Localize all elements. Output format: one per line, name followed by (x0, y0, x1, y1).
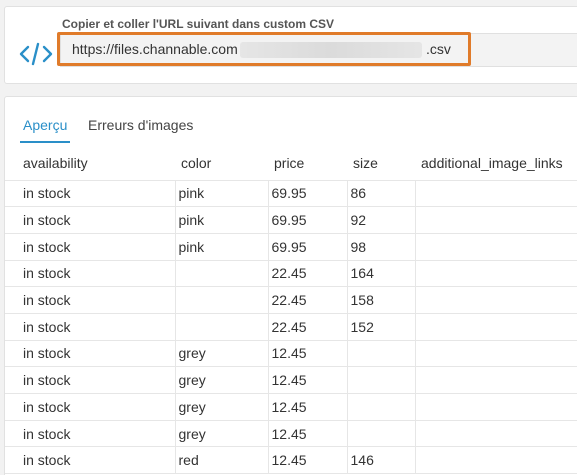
table-cell-size: 158 (347, 286, 416, 314)
table-row: in stock grey 12.45 (5, 420, 577, 448)
table-cell-color: pink (175, 206, 269, 234)
table-cell-size (347, 393, 416, 421)
table-cell-additional-image-links (415, 233, 577, 261)
table-row: in stock grey 12.45 (5, 366, 577, 394)
table-cell-availability: in stock (5, 313, 176, 341)
url-instruction-label: Copier et coller l'URL suivant dans cust… (62, 17, 335, 31)
preview-table: availability color price size additional… (5, 147, 577, 475)
code-icon (19, 41, 53, 67)
table-cell-additional-image-links (415, 420, 577, 448)
table-cell-color: grey (175, 420, 269, 448)
table-cell-availability: in stock (5, 180, 176, 208)
table-cell-price: 69.95 (268, 180, 348, 208)
table-row: in stock grey 12.45 (5, 393, 577, 421)
table-cell-color: red (175, 446, 269, 475)
table-cell-additional-image-links (415, 206, 577, 234)
table-cell-price: 22.45 (268, 260, 348, 288)
table-cell-size: 152 (347, 313, 416, 341)
table-cell-color: grey (175, 393, 269, 421)
table-cell-price: 69.95 (268, 206, 348, 234)
table-cell-availability: in stock (5, 420, 176, 448)
table-cell-additional-image-links (415, 260, 577, 288)
table-cell-availability: in stock (5, 206, 176, 234)
table-cell-availability: in stock (5, 446, 176, 475)
table-cell-price: 12.45 (268, 420, 348, 448)
table-cell-size: 164 (347, 260, 416, 288)
table-cell-price: 12.45 (268, 393, 348, 421)
tab-erreurs-images[interactable]: Erreurs d'images (88, 117, 193, 133)
table-cell-color: pink (175, 180, 269, 208)
table-cell-size: 92 (347, 206, 416, 234)
table-cell-color: grey (175, 366, 269, 394)
table-cell-price: 12.45 (268, 340, 348, 368)
table-cell-additional-image-links (415, 180, 577, 208)
table-cell-price: 12.45 (268, 366, 348, 394)
table-row: in stock pink 69.95 92 (5, 206, 577, 234)
table-row: in stock 22.45 152 (5, 313, 577, 341)
table-row: in stock pink 69.95 98 (5, 233, 577, 261)
table-cell-additional-image-links (415, 286, 577, 314)
table-cell-color (175, 260, 269, 288)
table-cell-size: 86 (347, 180, 416, 208)
table-cell-additional-image-links (415, 340, 577, 368)
table-cell-color: grey (175, 340, 269, 368)
table-cell-availability: in stock (5, 393, 176, 421)
table-cell-availability: in stock (5, 366, 176, 394)
column-header-color[interactable]: color (175, 147, 268, 181)
url-redacted-segment (240, 42, 422, 58)
column-header-price[interactable]: price (268, 147, 347, 181)
table-cell-size (347, 366, 416, 394)
table-header-row: availability color price size additional… (5, 147, 577, 181)
table-cell-color (175, 313, 269, 341)
table-cell-additional-image-links (415, 393, 577, 421)
table-cell-availability: in stock (5, 286, 176, 314)
table-cell-availability: in stock (5, 340, 176, 368)
table-row: in stock pink 69.95 86 (5, 180, 577, 208)
url-prefix-text[interactable]: https://files.channable.com (72, 41, 238, 57)
column-header-additional-image-links[interactable]: additional_image_links (415, 147, 577, 181)
table-cell-size (347, 340, 416, 368)
table-row: in stock 22.45 164 (5, 260, 577, 288)
table-cell-availability: in stock (5, 233, 176, 261)
table-cell-additional-image-links (415, 366, 577, 394)
active-tab-indicator (20, 141, 70, 143)
table-cell-size (347, 420, 416, 448)
table-cell-price: 69.95 (268, 233, 348, 261)
table-cell-availability: in stock (5, 260, 176, 288)
table-cell-size: 98 (347, 233, 416, 261)
tab-apercu[interactable]: Aperçu (23, 117, 67, 133)
preview-panel: Aperçu Erreurs d'images availability col… (4, 96, 577, 475)
table-cell-color (175, 286, 269, 314)
url-suffix-text[interactable]: .csv (426, 41, 451, 57)
table-cell-color: pink (175, 233, 269, 261)
column-header-size[interactable]: size (347, 147, 415, 181)
tab-bar: Aperçu Erreurs d'images (5, 97, 577, 145)
table-cell-price: 12.45 (268, 446, 348, 475)
table-cell-additional-image-links (415, 313, 577, 341)
table-row: in stock red 12.45 146 (5, 446, 577, 475)
table-cell-additional-image-links (415, 446, 577, 475)
table-row: in stock grey 12.45 (5, 340, 577, 368)
table-cell-price: 22.45 (268, 313, 348, 341)
column-header-availability[interactable]: availability (5, 147, 175, 181)
table-row: in stock 22.45 158 (5, 286, 577, 314)
table-cell-size: 146 (347, 446, 416, 475)
table-cell-price: 22.45 (268, 286, 348, 314)
